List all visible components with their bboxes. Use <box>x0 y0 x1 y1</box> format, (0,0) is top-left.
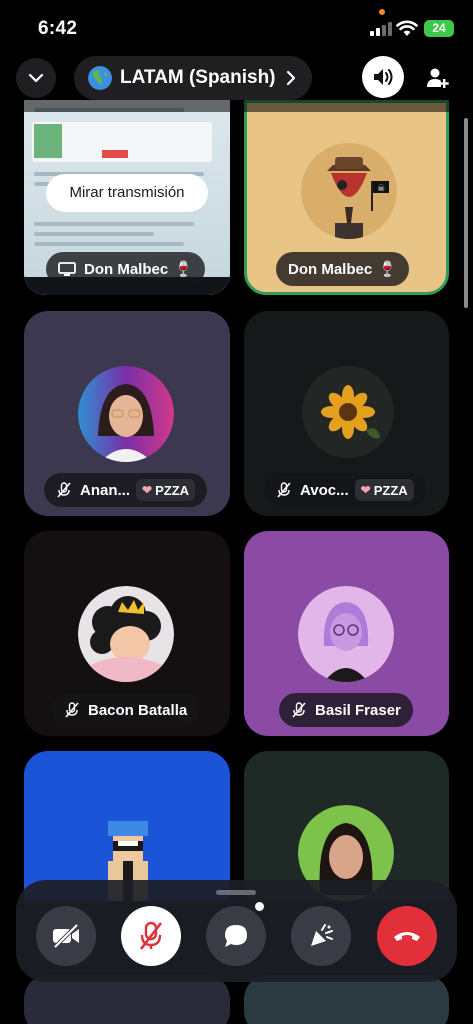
participant-tile[interactable] <box>244 975 449 1024</box>
speaker-icon <box>374 69 393 85</box>
channel-selector[interactable]: LATAM (Spanish) <box>74 56 312 100</box>
wine-emoji: 🍷 <box>378 261 397 278</box>
battery-indicator: 24 <box>424 20 454 37</box>
participant-name-pill: Don Malbec 🍷 <box>46 252 205 286</box>
mic-muted-icon <box>57 482 71 498</box>
participant-name-pill: Bacon Batalla <box>52 693 200 727</box>
scrollbar[interactable] <box>464 118 468 308</box>
server-tag-badge: ❤ PZZA <box>136 479 196 501</box>
participant-name-pill: Don Malbec 🍷 <box>276 252 409 286</box>
3d-character-avatar <box>298 586 394 682</box>
participant-tile[interactable] <box>24 975 230 1024</box>
activities-button[interactable] <box>291 906 351 966</box>
user-avatar <box>78 366 174 462</box>
mic-in-use-indicator <box>379 9 385 15</box>
chevron-down-icon <box>28 73 44 83</box>
flower-avatar <box>302 366 394 458</box>
add-user-icon <box>427 68 449 88</box>
call-control-bar <box>16 880 457 982</box>
voice-channel-header: LATAM (Spanish) <box>0 52 473 112</box>
channel-name: LATAM (Spanish) <box>120 67 276 88</box>
end-call-button[interactable] <box>377 906 437 966</box>
wine-emoji: 🍷 <box>174 261 193 278</box>
screen-share-icon <box>58 261 76 276</box>
collapse-button[interactable] <box>16 58 56 98</box>
camera-off-icon <box>53 923 79 949</box>
globe-americas-icon <box>88 66 112 90</box>
party-popper-icon <box>311 924 333 946</box>
sleeping-baby-avatar <box>78 586 174 682</box>
wine-glass-avatar: ☠ <box>301 143 397 239</box>
mic-muted-icon <box>277 482 291 498</box>
drag-handle[interactable] <box>216 890 256 895</box>
server-tag-badge: ❤ PZZA <box>354 479 414 501</box>
participant-tile[interactable] <box>24 751 230 901</box>
chat-button[interactable] <box>206 906 266 966</box>
camera-toggle-button[interactable] <box>36 906 96 966</box>
mic-muted-icon <box>65 702 79 718</box>
clock: 6:42 <box>38 18 78 39</box>
chat-bubble-icon <box>225 925 247 947</box>
heart-icon: ❤ <box>142 483 153 497</box>
hang-up-icon <box>394 932 420 941</box>
invite-user-button[interactable] <box>418 58 458 98</box>
status-bar: 6:42 24 <box>0 0 473 56</box>
mic-muted-icon <box>139 921 163 950</box>
wifi-icon <box>396 20 418 36</box>
participant-tile[interactable] <box>244 751 449 901</box>
watch-stream-button[interactable]: Mirar transmisión <box>46 174 208 212</box>
unread-indicator <box>253 900 266 913</box>
microphone-toggle-button[interactable] <box>121 906 181 966</box>
participant-name-pill: Anan... ❤ PZZA <box>44 473 208 507</box>
cellular-signal-icon <box>370 22 392 36</box>
heart-icon: ❤ <box>360 483 371 497</box>
participant-name-pill: Basil Fraser <box>279 693 413 727</box>
participant-name-pill: Avoc... ❤ PZZA <box>264 473 426 507</box>
svg-text:☠: ☠ <box>377 183 385 193</box>
speaker-toggle-button[interactable] <box>362 56 404 98</box>
mic-muted-icon <box>292 702 306 718</box>
chevron-right-icon <box>286 70 296 86</box>
